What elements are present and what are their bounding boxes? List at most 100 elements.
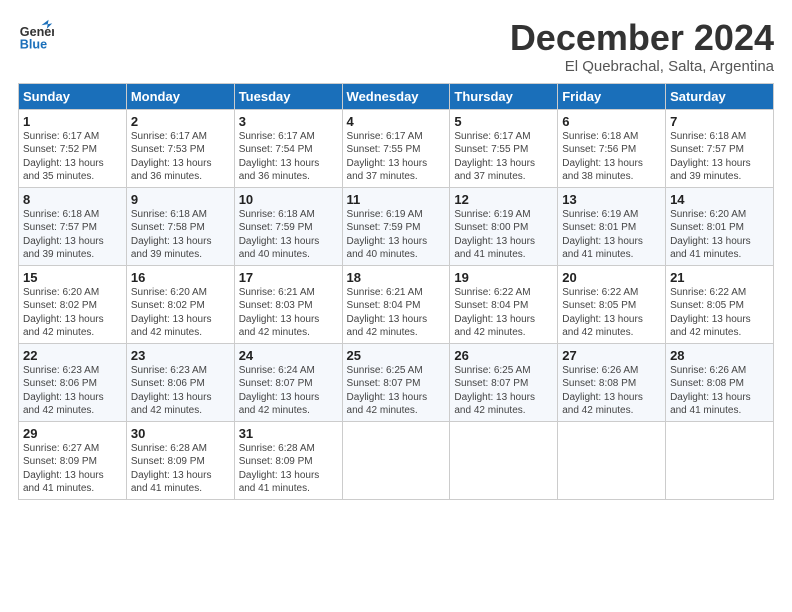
calendar-day: 21Sunrise: 6:22 AM Sunset: 8:05 PM Dayli… <box>666 265 774 343</box>
header: General Blue December 2024 El Quebrachal… <box>18 18 774 75</box>
day-info: Sunrise: 6:27 AM Sunset: 8:09 PM Dayligh… <box>23 442 122 496</box>
day-info: Sunrise: 6:26 AM Sunset: 8:08 PM Dayligh… <box>562 364 661 418</box>
day-number: 11 <box>347 192 446 207</box>
calendar-day: 24Sunrise: 6:24 AM Sunset: 8:07 PM Dayli… <box>234 343 342 421</box>
day-number: 5 <box>454 114 553 129</box>
day-info: Sunrise: 6:25 AM Sunset: 8:07 PM Dayligh… <box>454 364 553 418</box>
calendar-day <box>666 421 774 499</box>
day-info: Sunrise: 6:22 AM Sunset: 8:04 PM Dayligh… <box>454 286 553 340</box>
week-row: 29Sunrise: 6:27 AM Sunset: 8:09 PM Dayli… <box>19 421 774 499</box>
day-info: Sunrise: 6:17 AM Sunset: 7:52 PM Dayligh… <box>23 130 122 184</box>
day-number: 10 <box>239 192 338 207</box>
day-number: 16 <box>131 270 230 285</box>
day-info: Sunrise: 6:28 AM Sunset: 8:09 PM Dayligh… <box>239 442 338 496</box>
svg-text:Blue: Blue <box>20 38 47 52</box>
week-row: 22Sunrise: 6:23 AM Sunset: 8:06 PM Dayli… <box>19 343 774 421</box>
logo: General Blue <box>18 18 54 54</box>
week-row: 8Sunrise: 6:18 AM Sunset: 7:57 PM Daylig… <box>19 187 774 265</box>
day-info: Sunrise: 6:18 AM Sunset: 7:58 PM Dayligh… <box>131 208 230 262</box>
calendar-day: 20Sunrise: 6:22 AM Sunset: 8:05 PM Dayli… <box>558 265 666 343</box>
day-number: 29 <box>23 426 122 441</box>
day-number: 12 <box>454 192 553 207</box>
calendar-day: 31Sunrise: 6:28 AM Sunset: 8:09 PM Dayli… <box>234 421 342 499</box>
calendar-day <box>558 421 666 499</box>
calendar-day: 27Sunrise: 6:26 AM Sunset: 8:08 PM Dayli… <box>558 343 666 421</box>
logo-icon: General Blue <box>18 18 54 54</box>
day-info: Sunrise: 6:18 AM Sunset: 7:59 PM Dayligh… <box>239 208 338 262</box>
day-number: 17 <box>239 270 338 285</box>
day-number: 25 <box>347 348 446 363</box>
day-number: 28 <box>670 348 769 363</box>
week-row: 1Sunrise: 6:17 AM Sunset: 7:52 PM Daylig… <box>19 109 774 187</box>
day-number: 31 <box>239 426 338 441</box>
calendar-day: 17Sunrise: 6:21 AM Sunset: 8:03 PM Dayli… <box>234 265 342 343</box>
day-info: Sunrise: 6:18 AM Sunset: 7:57 PM Dayligh… <box>23 208 122 262</box>
col-saturday: Saturday <box>666 83 774 109</box>
day-number: 3 <box>239 114 338 129</box>
calendar-day: 1Sunrise: 6:17 AM Sunset: 7:52 PM Daylig… <box>19 109 127 187</box>
col-monday: Monday <box>126 83 234 109</box>
day-number: 14 <box>670 192 769 207</box>
calendar: Sunday Monday Tuesday Wednesday Thursday… <box>18 83 774 500</box>
day-info: Sunrise: 6:17 AM Sunset: 7:53 PM Dayligh… <box>131 130 230 184</box>
day-info: Sunrise: 6:20 AM Sunset: 8:02 PM Dayligh… <box>131 286 230 340</box>
day-number: 30 <box>131 426 230 441</box>
day-number: 9 <box>131 192 230 207</box>
calendar-day: 19Sunrise: 6:22 AM Sunset: 8:04 PM Dayli… <box>450 265 558 343</box>
day-number: 22 <box>23 348 122 363</box>
day-info: Sunrise: 6:19 AM Sunset: 8:00 PM Dayligh… <box>454 208 553 262</box>
day-info: Sunrise: 6:20 AM Sunset: 8:01 PM Dayligh… <box>670 208 769 262</box>
day-number: 24 <box>239 348 338 363</box>
calendar-day: 25Sunrise: 6:25 AM Sunset: 8:07 PM Dayli… <box>342 343 450 421</box>
calendar-day: 15Sunrise: 6:20 AM Sunset: 8:02 PM Dayli… <box>19 265 127 343</box>
calendar-body: 1Sunrise: 6:17 AM Sunset: 7:52 PM Daylig… <box>19 109 774 499</box>
day-info: Sunrise: 6:19 AM Sunset: 7:59 PM Dayligh… <box>347 208 446 262</box>
calendar-day: 22Sunrise: 6:23 AM Sunset: 8:06 PM Dayli… <box>19 343 127 421</box>
day-number: 13 <box>562 192 661 207</box>
calendar-day: 23Sunrise: 6:23 AM Sunset: 8:06 PM Dayli… <box>126 343 234 421</box>
day-info: Sunrise: 6:18 AM Sunset: 7:56 PM Dayligh… <box>562 130 661 184</box>
col-friday: Friday <box>558 83 666 109</box>
calendar-day <box>450 421 558 499</box>
calendar-header: Sunday Monday Tuesday Wednesday Thursday… <box>19 83 774 109</box>
day-info: Sunrise: 6:26 AM Sunset: 8:08 PM Dayligh… <box>670 364 769 418</box>
day-info: Sunrise: 6:23 AM Sunset: 8:06 PM Dayligh… <box>23 364 122 418</box>
calendar-day: 5Sunrise: 6:17 AM Sunset: 7:55 PM Daylig… <box>450 109 558 187</box>
day-info: Sunrise: 6:24 AM Sunset: 8:07 PM Dayligh… <box>239 364 338 418</box>
calendar-day: 26Sunrise: 6:25 AM Sunset: 8:07 PM Dayli… <box>450 343 558 421</box>
day-info: Sunrise: 6:21 AM Sunset: 8:04 PM Dayligh… <box>347 286 446 340</box>
calendar-day: 3Sunrise: 6:17 AM Sunset: 7:54 PM Daylig… <box>234 109 342 187</box>
calendar-day: 29Sunrise: 6:27 AM Sunset: 8:09 PM Dayli… <box>19 421 127 499</box>
day-number: 4 <box>347 114 446 129</box>
day-info: Sunrise: 6:18 AM Sunset: 7:57 PM Dayligh… <box>670 130 769 184</box>
day-number: 27 <box>562 348 661 363</box>
day-number: 20 <box>562 270 661 285</box>
day-info: Sunrise: 6:17 AM Sunset: 7:55 PM Dayligh… <box>347 130 446 184</box>
calendar-day: 10Sunrise: 6:18 AM Sunset: 7:59 PM Dayli… <box>234 187 342 265</box>
calendar-day: 9Sunrise: 6:18 AM Sunset: 7:58 PM Daylig… <box>126 187 234 265</box>
day-number: 21 <box>670 270 769 285</box>
day-number: 15 <box>23 270 122 285</box>
calendar-day: 12Sunrise: 6:19 AM Sunset: 8:00 PM Dayli… <box>450 187 558 265</box>
day-info: Sunrise: 6:20 AM Sunset: 8:02 PM Dayligh… <box>23 286 122 340</box>
day-number: 6 <box>562 114 661 129</box>
day-number: 26 <box>454 348 553 363</box>
week-row: 15Sunrise: 6:20 AM Sunset: 8:02 PM Dayli… <box>19 265 774 343</box>
day-info: Sunrise: 6:17 AM Sunset: 7:54 PM Dayligh… <box>239 130 338 184</box>
day-number: 1 <box>23 114 122 129</box>
day-number: 23 <box>131 348 230 363</box>
day-number: 7 <box>670 114 769 129</box>
calendar-day: 6Sunrise: 6:18 AM Sunset: 7:56 PM Daylig… <box>558 109 666 187</box>
calendar-day: 28Sunrise: 6:26 AM Sunset: 8:08 PM Dayli… <box>666 343 774 421</box>
day-info: Sunrise: 6:21 AM Sunset: 8:03 PM Dayligh… <box>239 286 338 340</box>
day-info: Sunrise: 6:25 AM Sunset: 8:07 PM Dayligh… <box>347 364 446 418</box>
calendar-day: 11Sunrise: 6:19 AM Sunset: 7:59 PM Dayli… <box>342 187 450 265</box>
col-tuesday: Tuesday <box>234 83 342 109</box>
calendar-day <box>342 421 450 499</box>
calendar-day: 4Sunrise: 6:17 AM Sunset: 7:55 PM Daylig… <box>342 109 450 187</box>
calendar-day: 14Sunrise: 6:20 AM Sunset: 8:01 PM Dayli… <box>666 187 774 265</box>
day-number: 2 <box>131 114 230 129</box>
day-number: 18 <box>347 270 446 285</box>
day-number: 19 <box>454 270 553 285</box>
page: General Blue December 2024 El Quebrachal… <box>0 0 792 612</box>
